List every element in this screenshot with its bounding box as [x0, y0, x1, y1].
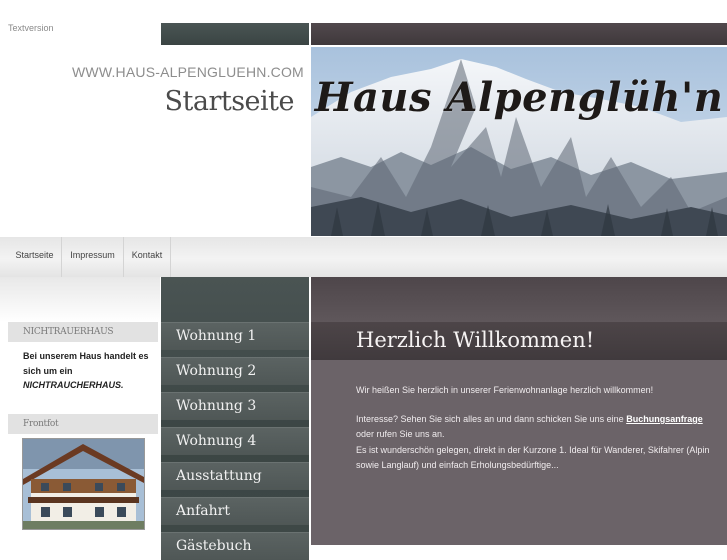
nonsmoking-heading: NICHTRAUERHAUS: [8, 322, 158, 342]
house-front-photo: [22, 438, 145, 530]
apartment-menu: Wohnung 1 Wohnung 2 Wohnung 3 Wohnung 4 …: [161, 277, 309, 560]
menu-item-gaestebuch[interactable]: Gästebuch: [161, 532, 309, 560]
interest-text: Interesse? Sehen Sie sich alles an und d…: [356, 412, 718, 442]
menu-item-ausstattung[interactable]: Ausstattung: [161, 462, 309, 490]
location-text: Es ist wunderschön gelegen, direkt in de…: [356, 445, 710, 470]
banner-title: Haus Alpenglüh'n: [314, 74, 724, 121]
interest-prefix: Interesse? Sehen Sie sich alles an und d…: [356, 414, 624, 424]
nav-item-impressum[interactable]: Impressum: [62, 237, 124, 277]
nav-shadow: [0, 277, 160, 322]
menu-item-wohnung-4[interactable]: Wohnung 4: [161, 427, 309, 455]
menu-item-anfahrt[interactable]: Anfahrt: [161, 497, 309, 525]
nav-item-kontakt[interactable]: Kontakt: [124, 237, 171, 277]
site-url: WWW.HAUS-ALPENGLUEHN.COM: [72, 64, 304, 80]
photo-heading: Frontfot: [8, 414, 158, 434]
menu-item-wohnung-1[interactable]: Wohnung 1: [161, 322, 309, 350]
textversion-link[interactable]: Textversion: [8, 23, 54, 33]
nonsmoking-text: Bei unserem Haus handelt es sich um ein …: [23, 349, 153, 393]
nonsmoking-text-body: Bei unserem Haus handelt es sich um ein: [23, 351, 149, 376]
welcome-heading: Herzlich Willkommen!: [356, 328, 595, 352]
nonsmoking-text-emphasis: NICHTRAUCHERHAUS.: [23, 380, 124, 390]
menu-item-wohnung-3[interactable]: Wohnung 3: [161, 392, 309, 420]
content-top-band: [311, 277, 727, 322]
nav-item-startseite[interactable]: Startseite: [8, 237, 62, 277]
top-bar-right: [311, 23, 727, 45]
top-bar-left: [161, 23, 309, 45]
menu-item-wohnung-2[interactable]: Wohnung 2: [161, 357, 309, 385]
booking-request-link[interactable]: Buchungsanfrage: [626, 414, 703, 424]
interest-suffix: oder rufen Sie uns an.: [356, 429, 445, 439]
page-title: Startseite: [164, 86, 295, 117]
intro-text: Wir heißen Sie herzlich in unserer Ferie…: [356, 385, 654, 395]
top-navigation: Startseite Impressum Kontakt: [0, 237, 727, 277]
